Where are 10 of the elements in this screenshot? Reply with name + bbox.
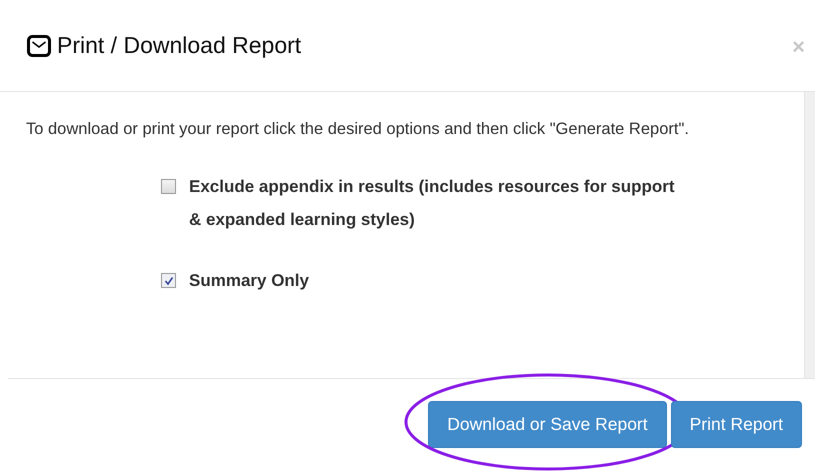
instructions-text: To download or print your report click the desired options and then click "Generate Report". xyxy=(26,119,690,140)
report-button[interactable]: Print Report xyxy=(670,401,802,448)
option-label: Exclude appendix in results (includes resources for support & expanded learning styles) xyxy=(189,176,676,231)
scrollbar[interactable] xyxy=(804,92,815,378)
checkbox[interactable] xyxy=(161,179,176,194)
dialog-title: Print / Download Report xyxy=(57,32,302,59)
envelope-icon xyxy=(27,34,51,56)
option-label: Summary Only xyxy=(189,270,309,292)
report-button[interactable]: Download or Save Report xyxy=(428,401,667,448)
checkbox[interactable] xyxy=(161,273,176,288)
